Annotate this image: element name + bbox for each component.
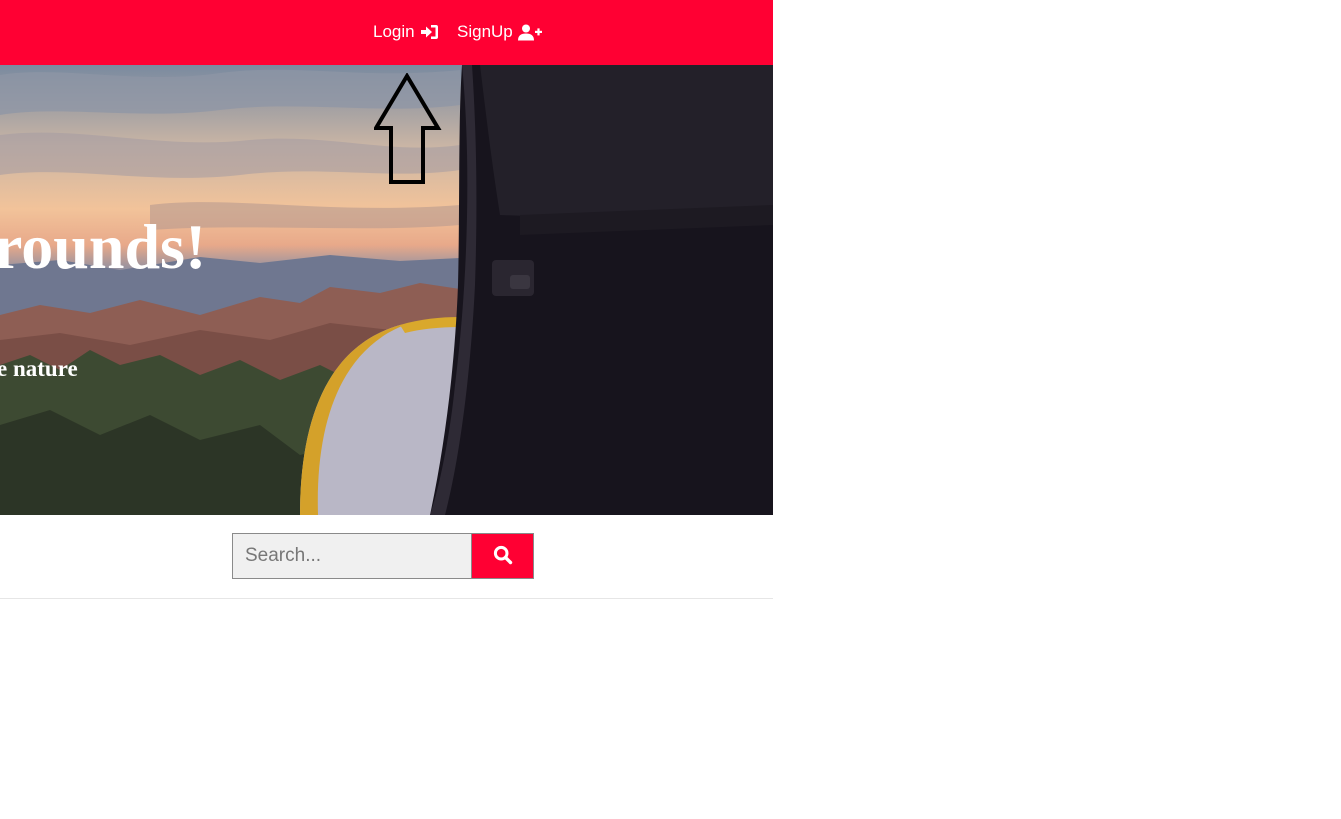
hero-subtitle: e nature [0, 356, 78, 381]
search-icon [493, 545, 513, 568]
login-label: Login [373, 22, 415, 41]
top-navbar: Login SignUp [0, 0, 773, 65]
login-link[interactable]: Login [373, 20, 439, 44]
search-input[interactable] [232, 533, 472, 579]
up-arrow-annotation-icon [374, 73, 442, 184]
user-plus-icon [517, 24, 542, 41]
search-bar [232, 533, 534, 579]
signup-label: SignUp [457, 22, 513, 41]
section-divider [0, 598, 773, 599]
page: Login SignUp rounds! e nature Search... [0, 0, 1341, 819]
hero-title: rounds! [0, 211, 207, 282]
search-button[interactable] [472, 533, 534, 579]
signup-link[interactable]: SignUp [457, 20, 542, 44]
sign-in-icon [420, 24, 439, 40]
